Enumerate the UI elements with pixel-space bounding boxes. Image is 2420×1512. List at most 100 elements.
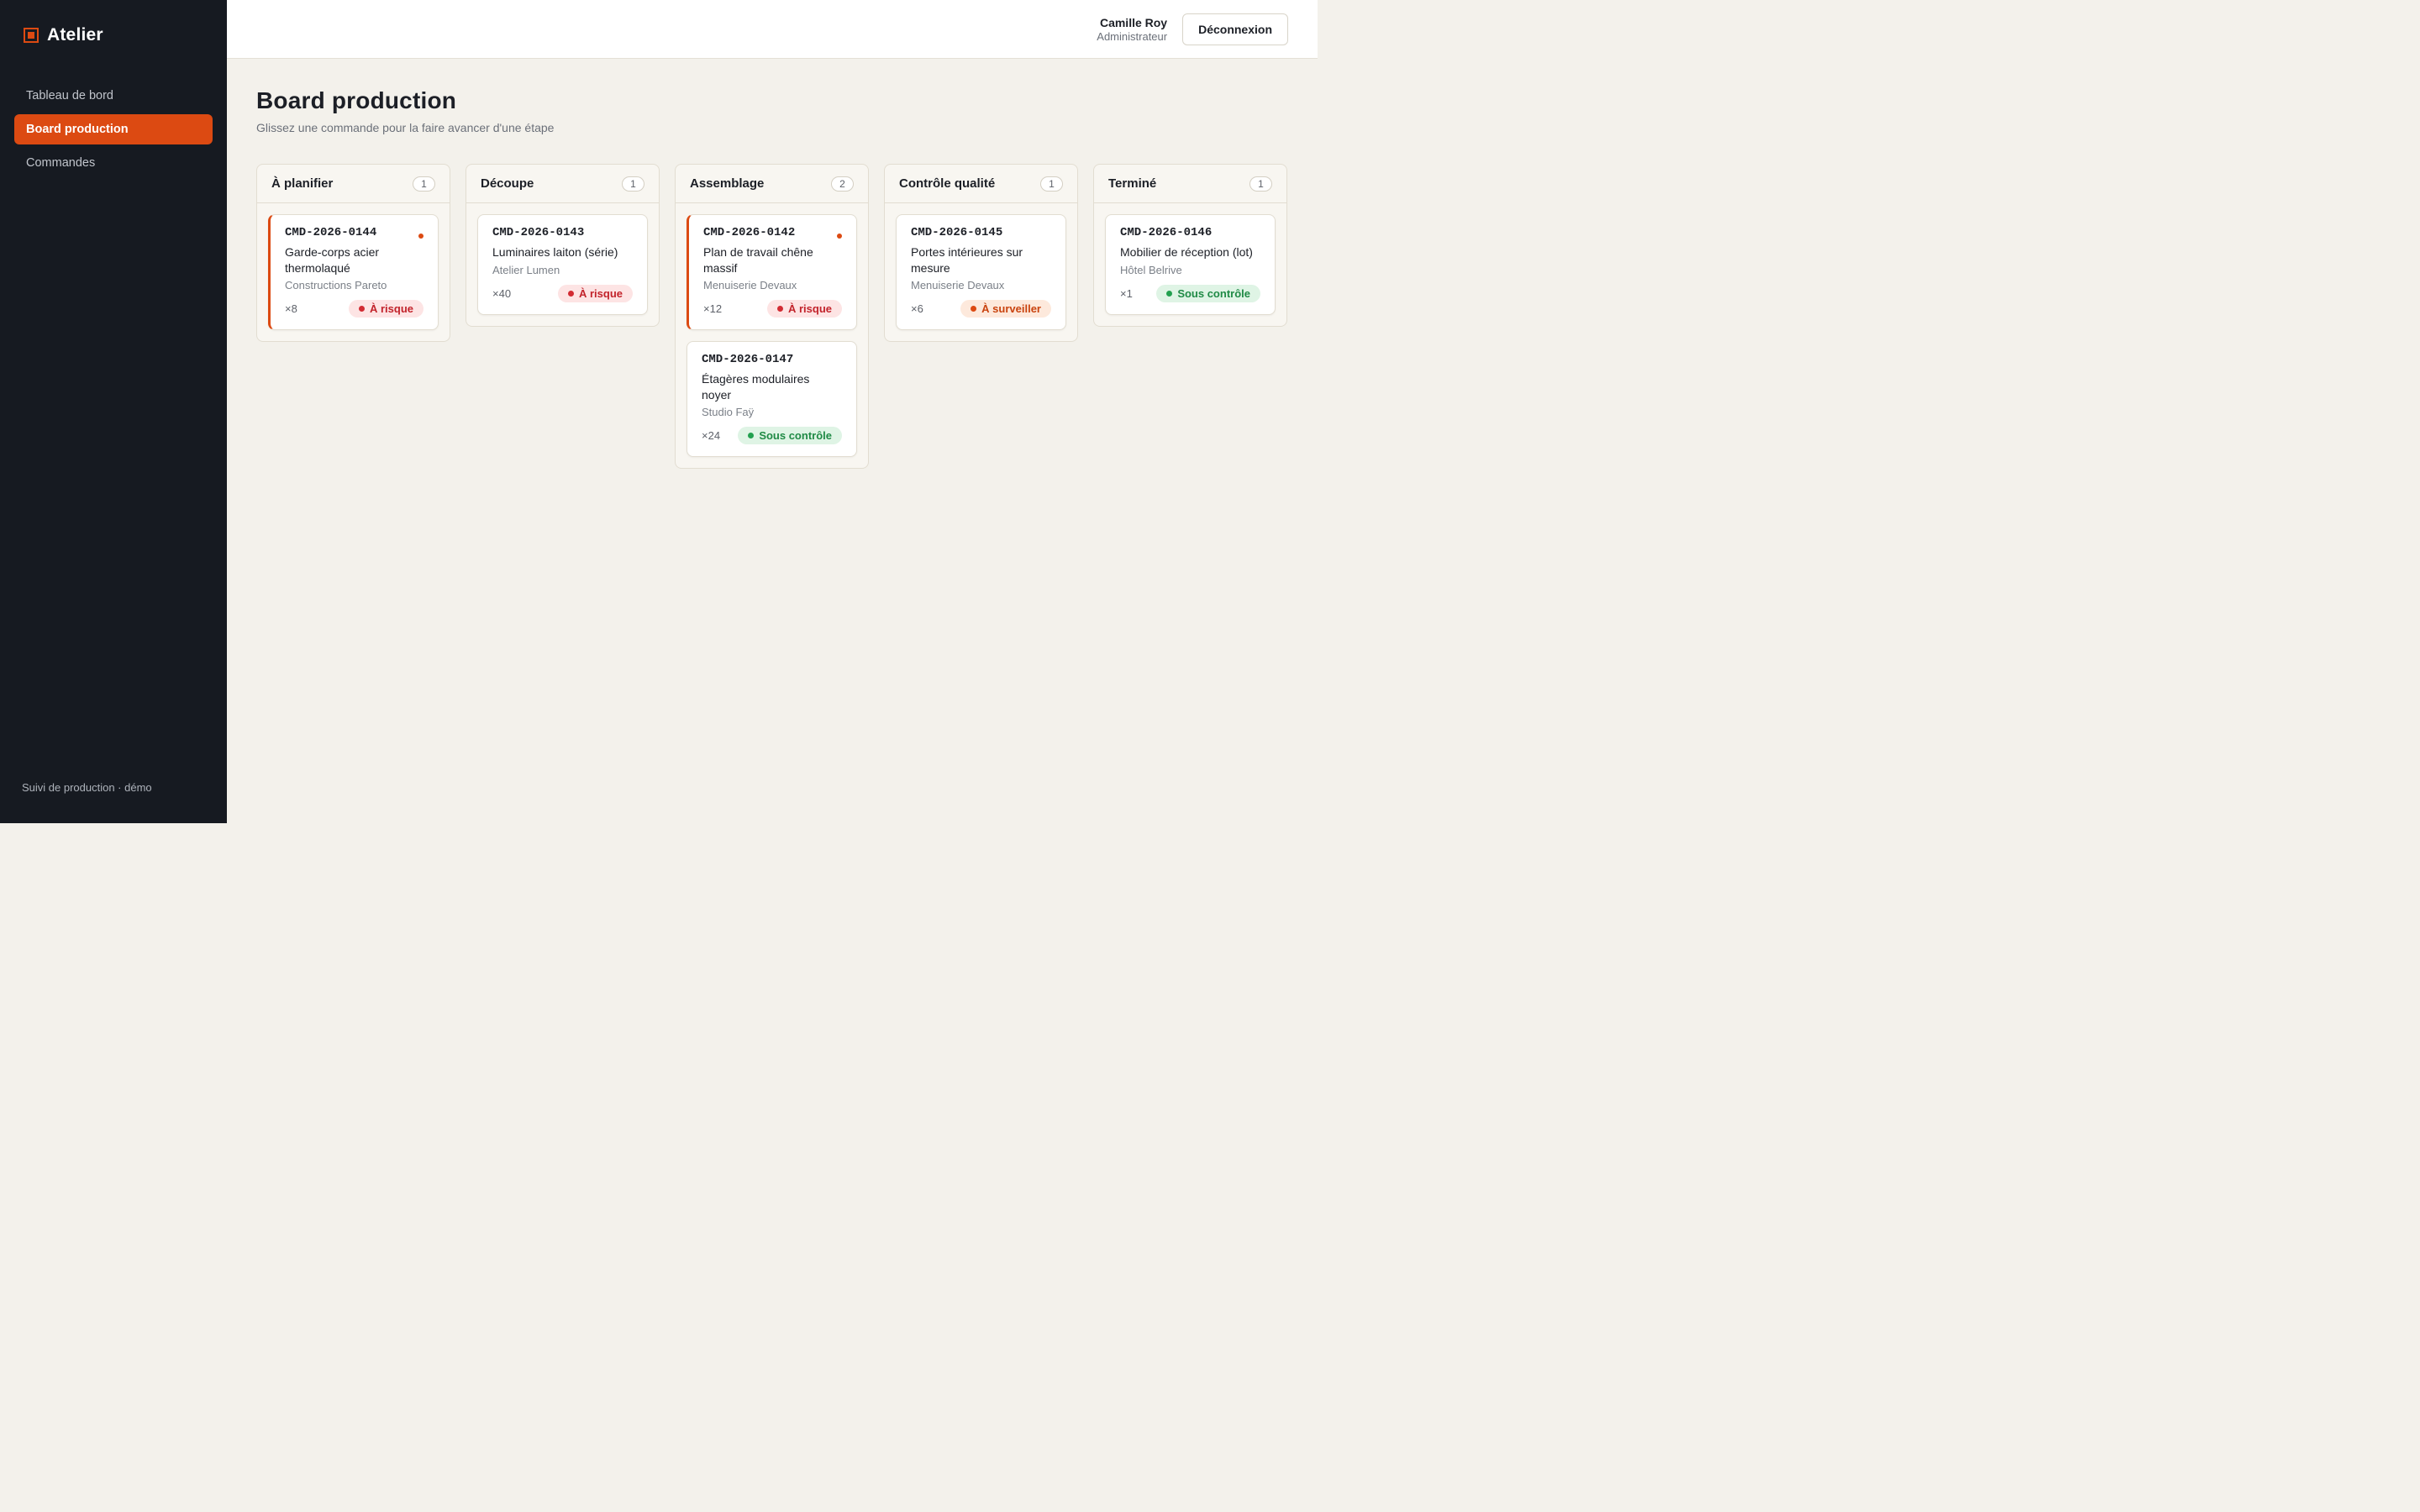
order-card[interactable]: CMD-2026-0144 Garde-corps acier thermolaq… [268, 214, 439, 330]
order-quantity: ×1 [1120, 286, 1133, 300]
order-title: Portes intérieures sur mesure [911, 245, 1023, 275]
order-title: Mobilier de réception (lot) [1120, 245, 1253, 259]
order-quantity: ×24 [702, 429, 721, 442]
status-badge: À risque [348, 300, 424, 318]
sidebar-item-board-production[interactable]: Board production [14, 114, 213, 144]
board-column: À planifier 1 CMD-2026-0144 Garde-corps aci… [256, 164, 450, 342]
logout-button[interactable]: Déconnexion [1182, 13, 1288, 45]
status-dot-icon [567, 290, 574, 297]
status-label: À risque [787, 302, 832, 315]
topbar: Camille Roy Administrateur Déconnexion [227, 0, 1318, 59]
order-client: Atelier Lumen [492, 263, 560, 276]
order-client: Studio Faÿ [702, 406, 755, 418]
column-header: Découpe 1 [466, 165, 659, 203]
board-column: Assemblage 2 CMD-2026-0142 Plan de travail … [675, 164, 869, 469]
order-card[interactable]: CMD-2026-0146 Mobilier de réception (lot)… [1105, 214, 1276, 315]
sidebar-footer: Suivi de production · démo [22, 781, 152, 794]
user-name: Camille Roy [1099, 15, 1168, 29]
order-id: CMD-2026-0147 [702, 353, 794, 366]
status-dot-icon [358, 306, 365, 312]
status-dot-icon [748, 433, 755, 438]
column-body: CMD-2026-0145 Portes intérieures sur mesu… [885, 203, 1077, 341]
status-dot-icon [1166, 290, 1173, 297]
status-label: À risque [369, 302, 413, 315]
order-client: Hôtel Belrive [1120, 263, 1182, 276]
status-label: Sous contrôle [1177, 286, 1250, 300]
card-footer: ×1 Sous contrôle [1120, 284, 1260, 302]
status-badge: À risque [557, 284, 633, 302]
order-title: Plan de travail chêne massif [703, 245, 813, 275]
board-column: Terminé 1 CMD-2026-0146 Mobilier de récepti… [1093, 164, 1287, 327]
order-id: CMD-2026-0142 [703, 226, 796, 239]
order-client: Menuiserie Devaux [703, 279, 797, 291]
alert-dot-icon [837, 234, 842, 239]
status-dot-icon [971, 306, 977, 312]
sidebar-item-tableau-de-bord[interactable]: Tableau de bord [14, 81, 213, 111]
column-header: À planifier 1 [257, 165, 450, 203]
order-id: CMD-2026-0144 [285, 226, 377, 239]
main: Camille Roy Administrateur Déconnexion B… [227, 0, 1318, 823]
page-header: Board production Glissez une commande po… [256, 87, 554, 134]
column-title: Découpe [481, 176, 534, 191]
order-quantity: ×40 [492, 286, 512, 300]
column-title: Assemblage [690, 176, 765, 191]
card-footer: ×8 À risque [285, 300, 424, 318]
brand-name: Atelier [47, 25, 103, 45]
card-footer: ×12 À risque [703, 300, 842, 318]
order-id: CMD-2026-0143 [492, 226, 585, 239]
status-label: À risque [578, 286, 623, 300]
column-title: Contrôle qualité [899, 176, 996, 191]
status-dot-icon [776, 306, 783, 312]
order-quantity: ×12 [703, 302, 723, 315]
card-footer: ×40 À risque [492, 284, 633, 302]
column-count-badge: 1 [1249, 176, 1272, 192]
order-card[interactable]: CMD-2026-0142 Plan de travail chêne massi… [687, 214, 857, 330]
status-badge: À surveiller [960, 300, 1051, 318]
sidebar-item-commandes[interactable]: Commandes [14, 148, 213, 178]
column-body: CMD-2026-0144 Garde-corps acier thermolaq… [257, 203, 450, 341]
status-badge: Sous contrôle [738, 427, 842, 444]
kanban-board: À planifier 1 CMD-2026-0144 Garde-corps aci… [256, 164, 1287, 469]
order-title: Luminaires laiton (série) [492, 245, 618, 259]
column-title: Terminé [1108, 176, 1157, 191]
order-title: Garde-corps acier thermolaqué [285, 245, 380, 275]
card-footer: ×24 Sous contrôle [702, 427, 842, 444]
board-column: Découpe 1 CMD-2026-0143 Luminaires laiton (… [466, 164, 660, 327]
brand[interactable]: Atelier [24, 25, 103, 45]
column-count-badge: 2 [831, 176, 854, 192]
user-role: Administrateur [1097, 29, 1168, 43]
column-title: À planifier [271, 176, 334, 191]
order-title: Étagères modulaires noyer [702, 372, 810, 402]
alert-dot-icon [418, 234, 424, 239]
order-card[interactable]: CMD-2026-0143 Luminaires laiton (série) At… [477, 214, 648, 315]
card-footer: ×6 À surveiller [911, 300, 1051, 318]
order-id: CMD-2026-0146 [1120, 226, 1213, 239]
column-count-badge: 1 [1040, 176, 1063, 192]
page-title: Board production [256, 87, 457, 113]
column-count-badge: 1 [413, 176, 435, 192]
column-body: CMD-2026-0143 Luminaires laiton (série) At… [466, 203, 659, 326]
column-header: Terminé 1 [1094, 165, 1286, 203]
sidebar: Atelier Tableau de bord Board production… [0, 0, 227, 823]
order-client: Menuiserie Devaux [911, 279, 1005, 291]
logo-icon [24, 28, 39, 43]
app: Atelier Tableau de bord Board production… [0, 0, 1318, 823]
order-quantity: ×8 [285, 302, 297, 315]
column-body: CMD-2026-0146 Mobilier de réception (lot)… [1094, 203, 1286, 326]
page-subtitle: Glissez une commande pour la faire avanc… [256, 121, 555, 134]
user-info: Camille Roy Administrateur [1097, 16, 1167, 43]
order-client: Constructions Pareto [285, 279, 387, 291]
order-card[interactable]: CMD-2026-0145 Portes intérieures sur mesu… [896, 214, 1066, 330]
column-header: Contrôle qualité 1 [885, 165, 1077, 203]
column-header: Assemblage 2 [676, 165, 868, 203]
status-badge: À risque [766, 300, 842, 318]
board-column: Contrôle qualité 1 CMD-2026-0145 Portes int… [884, 164, 1078, 342]
column-count-badge: 1 [622, 176, 644, 192]
order-card[interactable]: CMD-2026-0147 Étagères modulaires noyer St… [687, 341, 857, 457]
order-id: CMD-2026-0145 [911, 226, 1003, 239]
column-body: CMD-2026-0142 Plan de travail chêne massi… [676, 203, 868, 468]
order-quantity: ×6 [911, 302, 923, 315]
status-badge: Sous contrôle [1156, 284, 1260, 302]
sidebar-nav: Tableau de bord Board production Command… [14, 81, 213, 181]
status-label: Sous contrôle [759, 429, 832, 442]
